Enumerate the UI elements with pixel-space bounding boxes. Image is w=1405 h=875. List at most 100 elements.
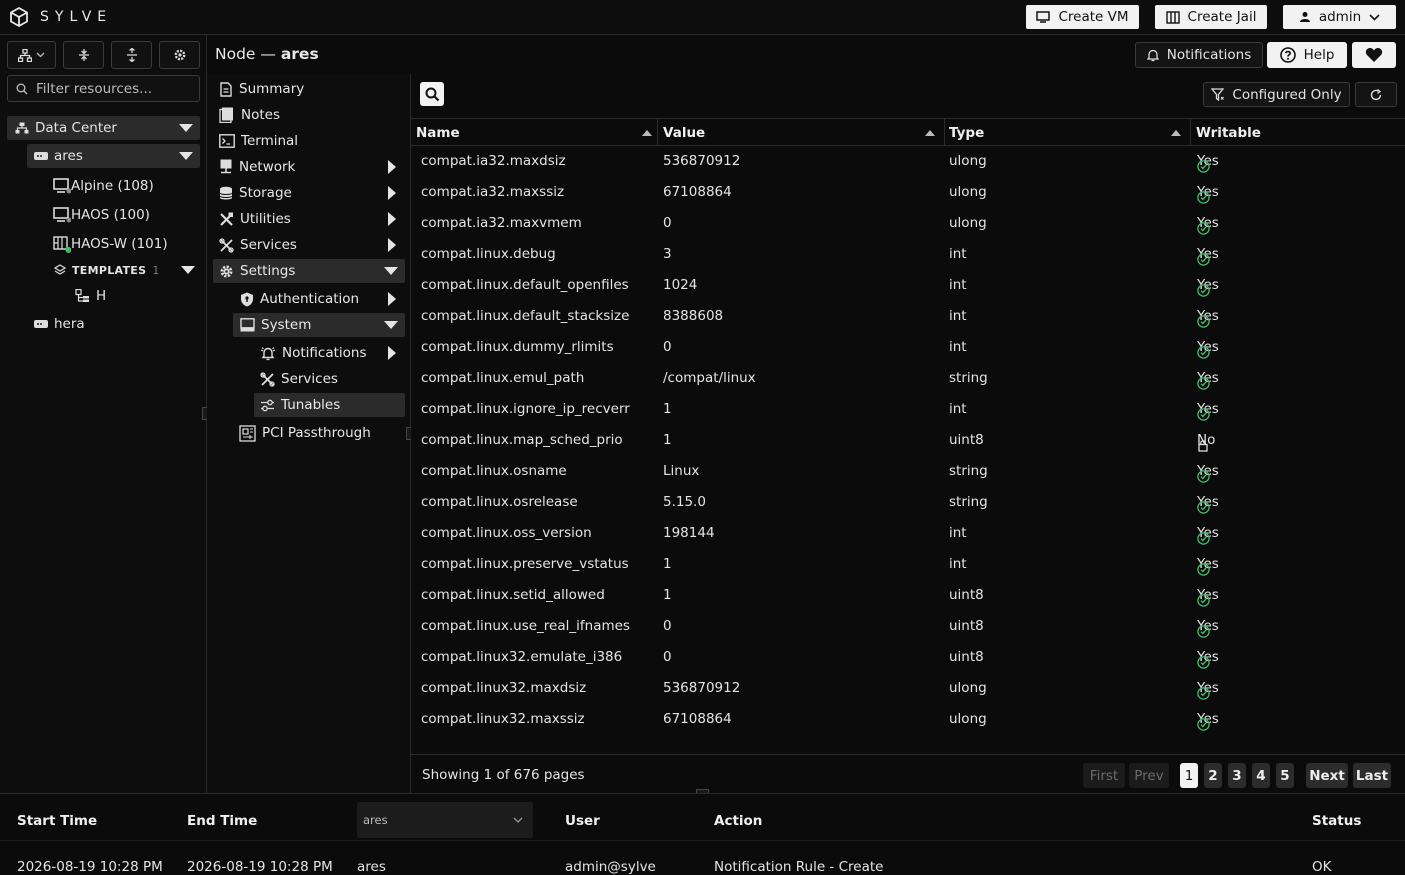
page-5-button[interactable]: 5 xyxy=(1276,763,1294,788)
tree-item-vm[interactable]: HAOS-W (101) xyxy=(53,234,168,254)
first-page-button[interactable]: First xyxy=(1083,763,1125,788)
node-filter-select[interactable]: ares xyxy=(357,802,533,838)
log-header-start-time[interactable]: Start Time xyxy=(17,813,97,829)
notifications-button[interactable]: Notifications xyxy=(1135,42,1263,68)
nav-terminal-label: Terminal xyxy=(241,133,299,149)
create-vm-button[interactable]: Create VM xyxy=(1026,5,1139,29)
table-row[interactable]: compat.linux.osname Linux string Yes xyxy=(411,456,1405,487)
cell-type: ulong xyxy=(949,680,987,696)
table-row[interactable]: compat.linux.debug 3 int Yes xyxy=(411,239,1405,270)
tree-item-templates[interactable]: TEMPLATES 1 xyxy=(54,262,160,278)
cell-value: 1 xyxy=(663,556,672,572)
tree-item-vm[interactable]: Alpine (108) xyxy=(53,176,154,196)
configured-only-filter[interactable]: Configured Only xyxy=(1203,82,1350,107)
tree-item-datacenter[interactable]: Data Center xyxy=(7,116,200,140)
donate-button[interactable] xyxy=(1352,42,1396,68)
table-row[interactable]: compat.linux32.maxssiz 67108864 ulong Yes xyxy=(411,704,1405,735)
tree-item-vm[interactable]: HAOS (100) xyxy=(53,205,150,225)
table-row[interactable]: compat.linux.emul_path/compat/linux strin… xyxy=(411,363,1405,394)
search-button[interactable] xyxy=(420,82,444,106)
tree-item-node-hera[interactable]: hera xyxy=(34,315,85,333)
nav-notes[interactable]: Notes xyxy=(219,103,280,127)
create-vm-label: Create VM xyxy=(1058,9,1129,25)
log-header-user[interactable]: User xyxy=(565,813,600,829)
tree-settings-button[interactable] xyxy=(159,41,200,69)
page-4-button[interactable]: 4 xyxy=(1252,763,1270,788)
page-3-button[interactable]: 3 xyxy=(1228,763,1246,788)
cell-writable: Yes xyxy=(1197,153,1219,173)
column-header-value[interactable]: Value xyxy=(663,120,935,146)
cell-name: compat.linux.use_real_ifnames xyxy=(421,618,630,634)
view-mode-dropdown[interactable] xyxy=(7,41,56,69)
table-row[interactable]: compat.linux.osrelease 5.15.0 string Yes xyxy=(411,487,1405,518)
sort-asc-icon xyxy=(1171,130,1181,136)
nav-services[interactable]: Services xyxy=(219,233,399,257)
nav-system-notifications[interactable]: Notifications xyxy=(260,341,399,365)
tree-item-node-ares[interactable]: ares xyxy=(27,144,200,168)
user-menu-button[interactable]: admin xyxy=(1283,5,1396,29)
cell-name: compat.ia32.maxssiz xyxy=(421,184,565,200)
nav-settings[interactable]: Settings xyxy=(213,259,405,283)
page-2-button[interactable]: 2 xyxy=(1204,763,1222,788)
vm-label: Alpine (108) xyxy=(71,178,154,194)
check-circle-icon xyxy=(1197,501,1210,514)
table-row[interactable]: compat.linux.use_real_ifnames 0 uint8 Yes xyxy=(411,611,1405,642)
table-row[interactable]: compat.linux32.emulate_i386 0 uint8 Yes xyxy=(411,642,1405,673)
table-row[interactable]: compat.ia32.maxdsiz 536870912 ulong Yes xyxy=(411,146,1405,177)
filter-resources-input[interactable]: Filter resources... xyxy=(7,75,200,102)
table-row[interactable]: compat.linux.setid_allowed 1 uint8 Yes xyxy=(411,580,1405,611)
tree-item-template-h[interactable]: H xyxy=(75,287,106,305)
table-row[interactable]: compat.linux32.maxdsiz 536870912 ulong Yes xyxy=(411,673,1405,704)
brand-logo[interactable]: SYLVE xyxy=(8,6,112,28)
table-row[interactable]: compat.linux.default_stacksize 8388608 int… xyxy=(411,301,1405,332)
table-row[interactable]: compat.linux.default_openfiles 1024 int Yes xyxy=(411,270,1405,301)
cell-name: compat.linux.default_stacksize xyxy=(421,308,630,324)
nav-summary[interactable]: Summary xyxy=(219,77,304,101)
refresh-button[interactable] xyxy=(1355,82,1397,107)
table-row[interactable]: compat.ia32.maxvmem 0 ulong Yes xyxy=(411,208,1405,239)
collapse-all-button[interactable] xyxy=(111,41,152,69)
log-header-status[interactable]: Status xyxy=(1312,813,1361,829)
last-page-button[interactable]: Last xyxy=(1353,763,1391,788)
template-label: H xyxy=(96,288,107,304)
nav-network[interactable]: Network xyxy=(219,155,399,179)
template-icon xyxy=(75,289,90,303)
log-header-end-time[interactable]: End Time xyxy=(187,813,257,829)
log-header-action[interactable]: Action xyxy=(714,813,762,829)
nav-system-services[interactable]: Services xyxy=(260,367,338,391)
cell-value: 0 xyxy=(663,618,672,634)
caret-right-icon xyxy=(388,346,396,360)
column-header-writable[interactable]: Writable xyxy=(1196,120,1396,146)
cell-type: int xyxy=(949,525,967,541)
page-1-button[interactable]: 1 xyxy=(1180,763,1198,788)
next-page-button[interactable]: Next xyxy=(1306,763,1348,788)
nav-tunables[interactable]: Tunables xyxy=(254,393,405,417)
table-row[interactable]: compat.linux.map_sched_prio 1 uint8 No xyxy=(411,425,1405,456)
create-jail-button[interactable]: Create Jail xyxy=(1155,5,1267,29)
column-header-name[interactable]: Name xyxy=(416,120,652,146)
nav-authentication[interactable]: Authentication xyxy=(240,287,399,311)
table-row[interactable]: compat.linux.dummy_rlimits 0 int Yes xyxy=(411,332,1405,363)
caret-right-icon xyxy=(388,238,396,252)
nav-terminal[interactable]: Terminal xyxy=(219,129,298,153)
table-row[interactable]: compat.linux.ignore_ip_recverr 1 int Yes xyxy=(411,394,1405,425)
nav-system[interactable]: System xyxy=(233,313,405,337)
table-row[interactable]: compat.linux.oss_version 198144 int Yes xyxy=(411,518,1405,549)
cell-type: int xyxy=(949,277,967,293)
nav-storage[interactable]: Storage xyxy=(219,181,399,205)
prev-page-button[interactable]: Prev xyxy=(1129,763,1169,788)
system-icon xyxy=(240,318,255,332)
cell-type: int xyxy=(949,339,967,355)
help-button[interactable]: Help xyxy=(1267,42,1347,68)
table-row[interactable]: compat.ia32.maxssiz 67108864 ulong Yes xyxy=(411,177,1405,208)
nav-utilities[interactable]: Utilities xyxy=(219,207,399,231)
cell-writable: Yes xyxy=(1197,339,1219,359)
check-circle-icon xyxy=(1197,687,1210,700)
expand-all-button[interactable] xyxy=(63,41,104,69)
cell-name: compat.linux.oss_version xyxy=(421,525,592,541)
nav-pci-passthrough[interactable]: PCI Passthrough xyxy=(239,421,371,445)
caret-down-icon[interactable] xyxy=(181,266,195,274)
table-row[interactable]: compat.linux.preserve_vstatus 1 int Yes xyxy=(411,549,1405,580)
column-header-type[interactable]: Type xyxy=(949,120,1181,146)
datacenter-icon xyxy=(15,122,29,134)
